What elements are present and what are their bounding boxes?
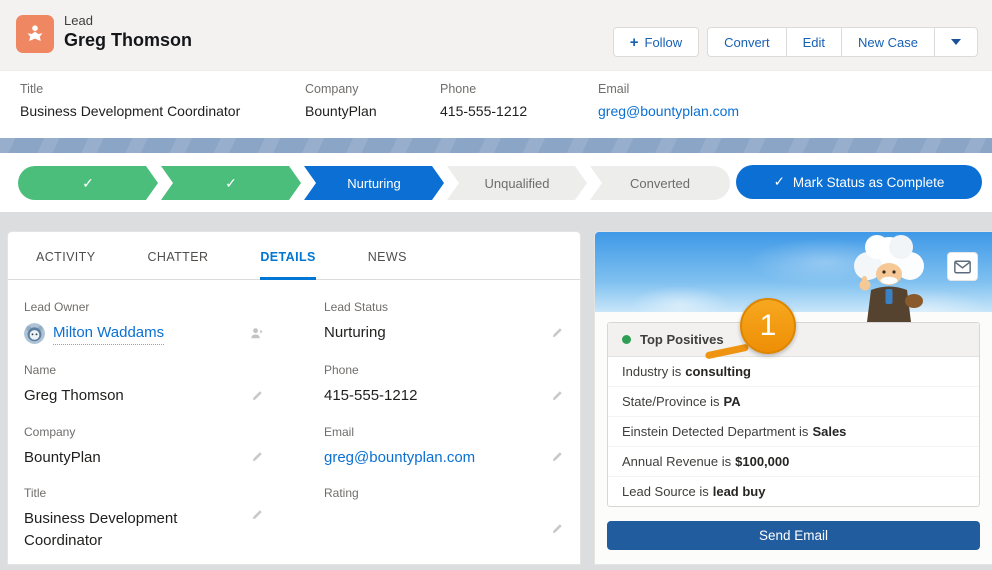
edit-pencil-icon[interactable] xyxy=(550,326,564,340)
edit-pencil-icon[interactable] xyxy=(250,450,264,464)
tab-chatter[interactable]: CHATTER xyxy=(147,250,208,279)
edit-pencil-icon[interactable] xyxy=(550,389,564,403)
check-icon: ✓ xyxy=(225,175,237,192)
check-icon: ✓ xyxy=(82,175,94,192)
record-header: Lead Greg Thomson + Follow Convert Edit … xyxy=(0,0,992,70)
top-positives-title: Top Positives xyxy=(640,332,724,347)
edit-pencil-icon[interactable] xyxy=(550,450,564,464)
tab-activity[interactable]: ACTIVITY xyxy=(36,250,95,279)
envelope-icon xyxy=(954,260,971,274)
avatar xyxy=(24,323,45,344)
convert-button[interactable]: Convert xyxy=(707,27,787,57)
chevron-down-icon xyxy=(951,39,961,45)
einstein-score-card: 88 Einstein Score Top Positives xyxy=(595,232,992,564)
tab-bar: ACTIVITY CHATTER DETAILS NEWS xyxy=(8,232,580,280)
field-title: Title Business Development Coordinator xyxy=(24,486,264,552)
top-positives-panel: Top Positives Industry isconsulting Stat… xyxy=(607,322,980,507)
path-stage-converted[interactable]: Converted xyxy=(590,166,730,200)
path-stage-unqualified[interactable]: Unqualified xyxy=(447,166,587,200)
field-rating: Rating xyxy=(324,486,564,552)
action-button-group: Convert Edit New Case xyxy=(707,27,978,57)
record-type-label: Lead xyxy=(64,13,192,28)
details-field-grid: Lead Owner Milton Waddams xyxy=(8,280,580,570)
field-name: Name Greg Thomson xyxy=(24,363,264,407)
email-action-button[interactable] xyxy=(947,252,978,281)
positive-row: Industry isconsulting xyxy=(608,357,979,387)
tab-news[interactable]: NEWS xyxy=(368,250,407,279)
positive-row: Einstein Detected Department isSales xyxy=(608,417,979,447)
field-lead-status: Lead Status Nurturing xyxy=(324,300,564,345)
change-owner-icon[interactable] xyxy=(249,326,264,341)
lead-owner-link[interactable]: Milton Waddams xyxy=(53,322,164,345)
more-actions-button[interactable] xyxy=(935,27,978,57)
tab-details[interactable]: DETAILS xyxy=(260,250,315,280)
highlight-phone: Phone 415-555-1212 xyxy=(440,82,527,119)
einstein-mascot-illustration xyxy=(842,234,936,322)
positive-row: Annual Revenue is$100,000 xyxy=(608,447,979,477)
annotation-callout-1: 1 xyxy=(740,298,796,354)
path-assistant: ✓ ✓ Nurturing Unqualified Converted ✓ Ma… xyxy=(0,153,992,212)
mark-status-complete-button[interactable]: ✓ Mark Status as Complete xyxy=(736,165,982,199)
highlight-company: Company BountyPlan xyxy=(305,82,377,119)
highlight-email: Email greg@bountyplan.com xyxy=(598,82,739,119)
record-detail-card: ACTIVITY CHATTER DETAILS NEWS Lead Owner xyxy=(8,232,580,564)
edit-pencil-icon[interactable] xyxy=(250,508,264,522)
field-lead-owner: Lead Owner Milton Waddams xyxy=(24,300,264,345)
edit-button[interactable]: Edit xyxy=(787,27,842,57)
field-company: Company BountyPlan xyxy=(24,425,264,469)
background-band xyxy=(0,138,992,153)
email-link[interactable]: greg@bountyplan.com xyxy=(598,103,739,119)
path-stage-nurturing[interactable]: Nurturing xyxy=(304,166,444,200)
field-phone: Phone 415-555-1212 xyxy=(324,363,564,407)
header-actions: + Follow Convert Edit New Case xyxy=(613,27,978,57)
page-title: Greg Thomson xyxy=(64,30,192,51)
send-email-button[interactable]: Send Email xyxy=(607,521,980,550)
follow-button[interactable]: + Follow xyxy=(613,27,699,57)
positive-row: Lead Source islead buy xyxy=(608,477,979,506)
plus-icon: + xyxy=(630,34,639,51)
highlight-title: Title Business Development Coordinator xyxy=(20,82,240,119)
path-stage-1[interactable]: ✓ xyxy=(18,166,158,200)
new-case-button[interactable]: New Case xyxy=(842,27,935,57)
email-link[interactable]: greg@bountyplan.com xyxy=(324,447,475,469)
check-icon: ✓ xyxy=(774,174,785,190)
path-stage-2[interactable]: ✓ xyxy=(161,166,301,200)
field-email: Email greg@bountyplan.com xyxy=(324,425,564,469)
positive-dot-icon xyxy=(622,335,631,344)
lead-record-icon xyxy=(16,15,54,53)
edit-pencil-icon[interactable] xyxy=(250,389,264,403)
positive-row: State/Province isPA xyxy=(608,387,979,417)
highlights-panel: Title Business Development Coordinator C… xyxy=(0,70,992,139)
edit-pencil-icon[interactable] xyxy=(550,522,564,536)
